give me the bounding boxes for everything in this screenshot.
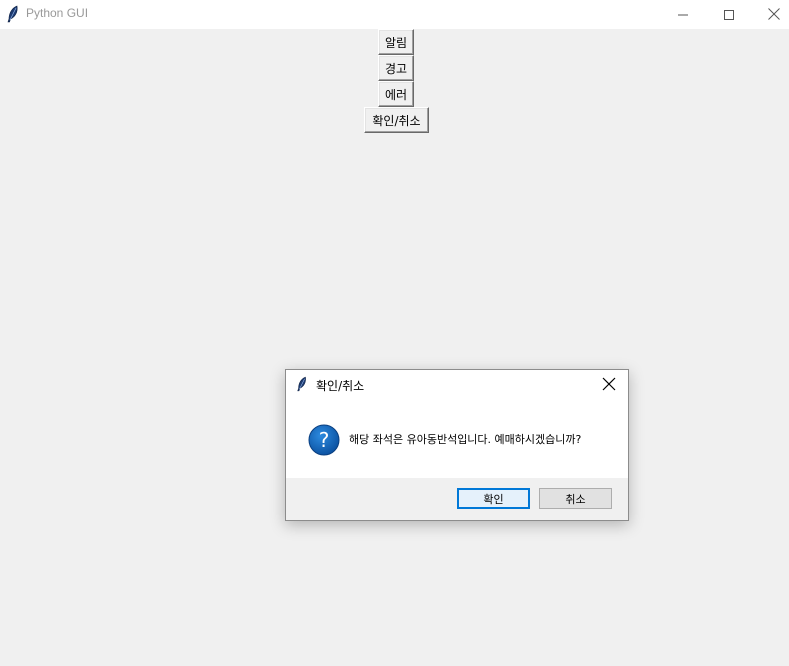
main-window: Python GUI 알림 경고 에러 확인/취소 확인/취소 ? 해당 좌석은… [0, 0, 789, 666]
close-button[interactable] [751, 0, 789, 29]
cancel-button[interactable]: 취소 [539, 488, 612, 509]
dialog-title: 확인/취소 [316, 379, 365, 393]
minimize-button[interactable] [660, 0, 706, 29]
confirm-dialog: 확인/취소 ? 해당 좌석은 유아동반석입니다. 예매하시겠습니까? 확인 취소 [285, 369, 629, 521]
error-button[interactable]: 에러 [378, 81, 414, 107]
warning-button[interactable]: 경고 [378, 55, 414, 81]
ask-ok-cancel-button[interactable]: 확인/취소 [364, 107, 429, 133]
minimize-icon [678, 5, 688, 24]
maximize-button[interactable] [706, 0, 752, 29]
window-title: Python GUI [26, 6, 89, 20]
question-icon: ? [308, 424, 340, 456]
title-bar[interactable]: Python GUI [0, 0, 789, 29]
info-button[interactable]: 알림 [378, 29, 414, 55]
feather-icon [296, 376, 308, 392]
feather-icon [6, 5, 20, 23]
close-icon[interactable] [602, 376, 618, 392]
dialog-message: 해당 좌석은 유아동반석입니다. 예매하시겠습니까? [349, 433, 582, 446]
ok-button[interactable]: 확인 [457, 488, 530, 509]
maximize-icon [724, 5, 734, 24]
dialog-footer: 확인 취소 [286, 478, 628, 520]
svg-text:?: ? [319, 428, 330, 452]
close-icon [768, 5, 780, 24]
